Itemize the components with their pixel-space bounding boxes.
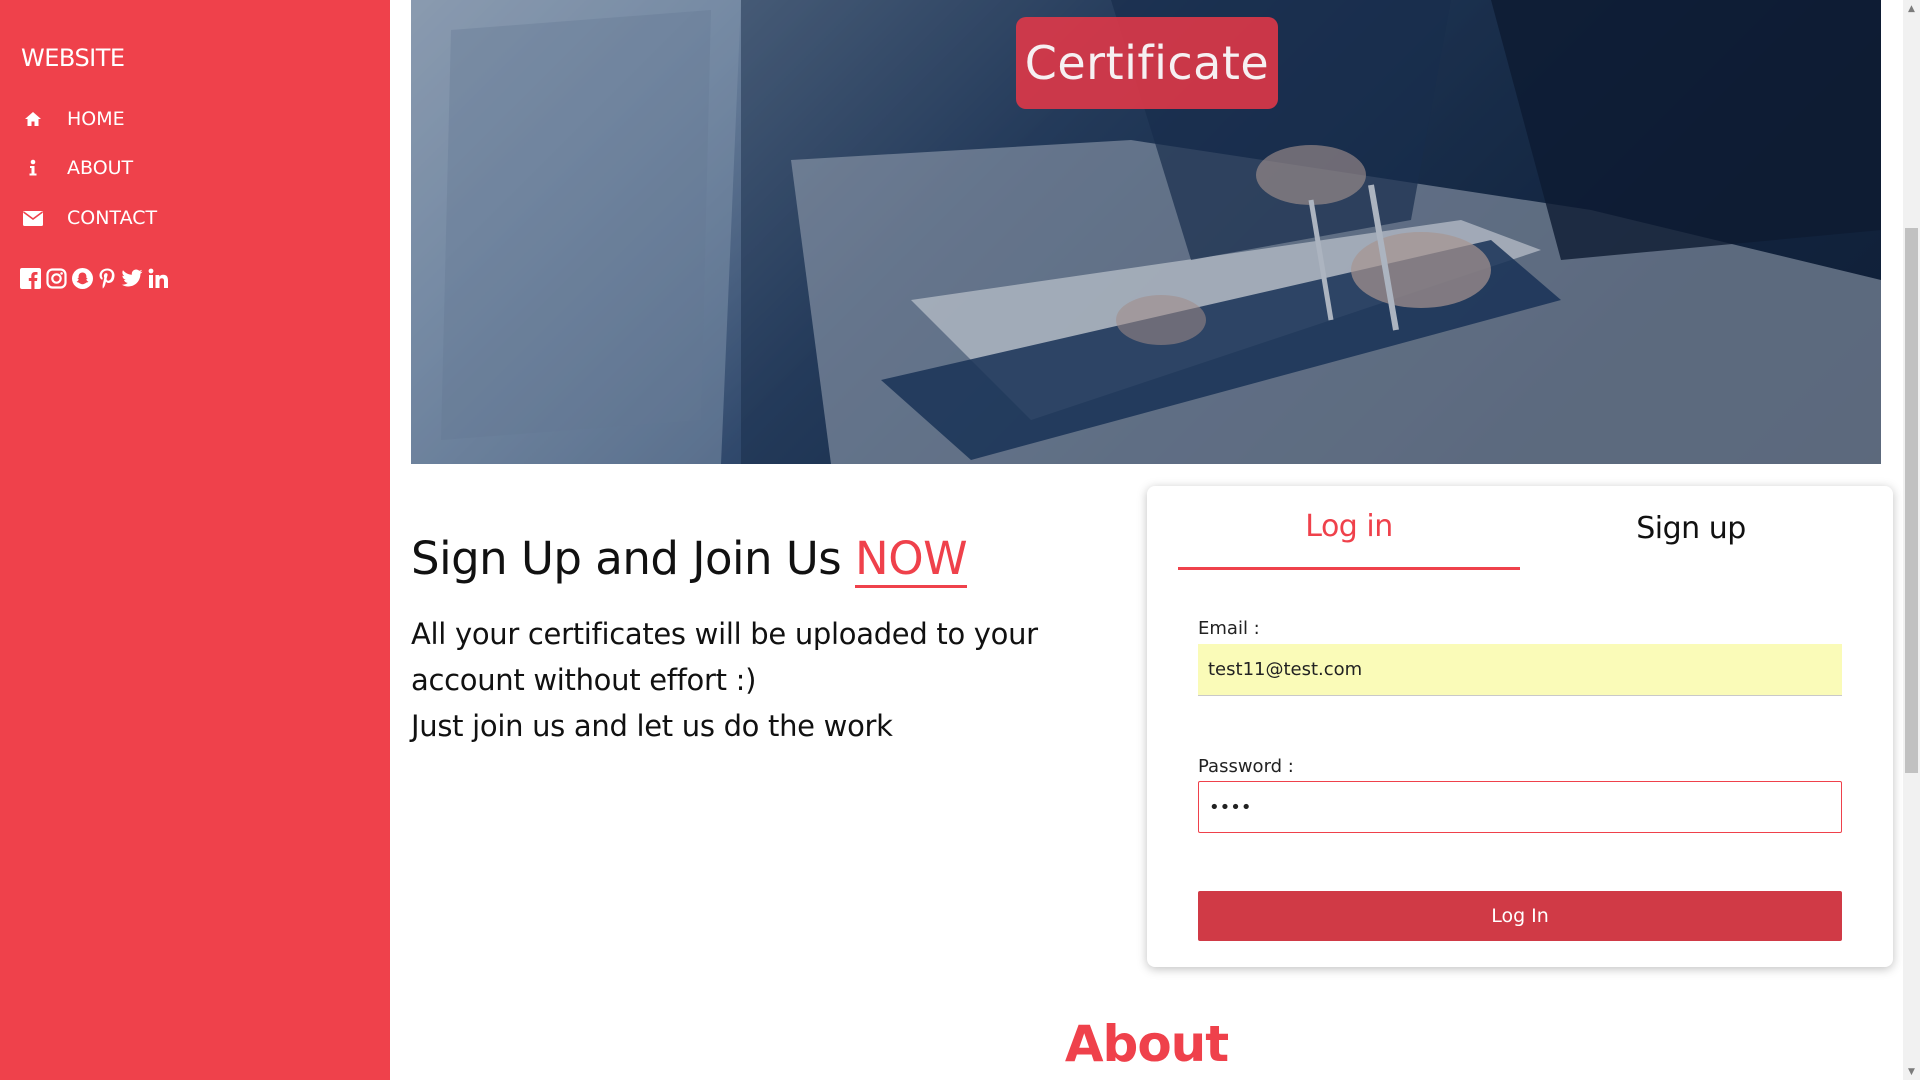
password-label: Password : [1198, 756, 1294, 777]
email-label: Email : [1198, 618, 1260, 639]
brand-logo[interactable]: WEBSITE [21, 44, 125, 72]
signup-heading: Sign Up and Join Us NOW [411, 532, 968, 588]
main-content: Certificate Sign Up and Join Us NOW All … [390, 0, 1903, 1080]
instagram-icon[interactable] [46, 268, 67, 289]
nav-item-label: ABOUT [67, 157, 134, 179]
linkedin-icon[interactable] [148, 268, 169, 289]
home-icon [21, 111, 45, 127]
info-icon [21, 159, 45, 177]
facebook-icon[interactable] [20, 268, 41, 289]
signup-heading-highlight: NOW [855, 532, 968, 588]
twitter-icon[interactable] [121, 268, 143, 289]
password-field[interactable] [1198, 781, 1842, 833]
intro-line: Just join us and let us do the work [411, 709, 893, 743]
nav-item-about[interactable]: ABOUT [21, 150, 133, 186]
tab-signup[interactable]: Sign up [1520, 486, 1862, 571]
auth-card: Log in Sign up Email : Password : Log In [1147, 486, 1893, 967]
scrollbar-thumb[interactable] [1905, 228, 1918, 773]
sidebar: WEBSITE HOME ABOUT CONTACT [0, 0, 390, 1080]
login-button[interactable]: Log In [1198, 891, 1842, 941]
scroll-down-arrow-icon[interactable]: ▼ [1903, 1063, 1920, 1080]
social-links [20, 268, 169, 289]
pinterest-icon[interactable] [98, 268, 116, 289]
nav-item-home[interactable]: HOME [21, 101, 125, 137]
tab-login[interactable]: Log in [1178, 486, 1520, 570]
intro-line: All your certificates will be uploaded t… [411, 617, 1038, 651]
email-field[interactable] [1198, 644, 1842, 696]
snapchat-icon[interactable] [72, 268, 93, 289]
intro-line: account without effort :) [411, 663, 757, 697]
envelope-icon [21, 210, 45, 226]
hero-title-badge: Certificate [1016, 17, 1278, 109]
nav-item-label: CONTACT [67, 207, 158, 229]
nav-item-contact[interactable]: CONTACT [21, 200, 157, 236]
signup-heading-text: Sign Up and Join Us [411, 532, 856, 585]
nav-item-label: HOME [67, 108, 125, 130]
scroll-up-arrow-icon[interactable]: ▲ [1903, 0, 1920, 17]
hero-banner: Certificate [411, 0, 1881, 464]
about-section-title: About [1064, 1015, 1229, 1073]
page-scrollbar[interactable]: ▲ ▼ [1903, 0, 1920, 1080]
